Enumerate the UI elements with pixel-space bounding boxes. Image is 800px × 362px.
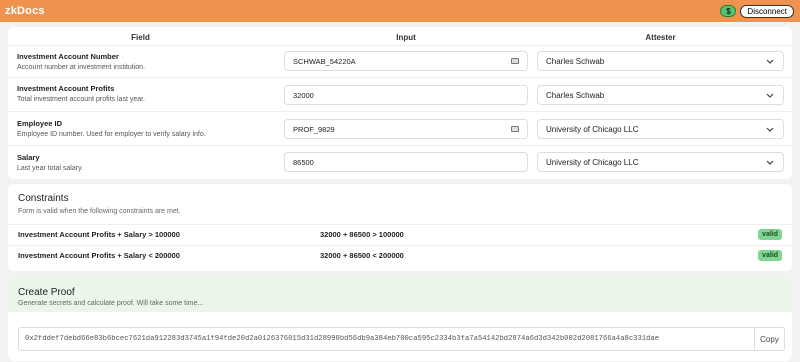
investment-account-number-input[interactable]: SCHWAB_54220A xyxy=(284,51,528,71)
row-divider xyxy=(8,77,792,78)
attester-select[interactable]: University of Chicago LLC xyxy=(537,119,784,139)
form-fields-card: Field Input Attester Investment Account … xyxy=(8,27,792,179)
field-description: Account number at investment institution… xyxy=(17,64,146,71)
chevron-down-icon xyxy=(766,160,774,165)
copy-button[interactable]: Copy xyxy=(754,328,784,350)
investment-account-profits-input[interactable]: 32000 xyxy=(284,85,528,105)
field-description: Employee ID number. Used for employer to… xyxy=(17,131,206,138)
constraint-row: Investment Account Profits + Salary < 20… xyxy=(8,245,792,265)
row-divider xyxy=(8,145,792,146)
top-right-actions: $ Disconnect xyxy=(720,4,794,18)
secret-key-icon[interactable] xyxy=(511,58,519,64)
input-value: 32000 xyxy=(293,90,314,100)
attester-value: University of Chicago LLC xyxy=(546,124,639,134)
brand-logo[interactable]: zkDocs xyxy=(5,5,45,17)
column-header-input: Input xyxy=(396,33,416,42)
column-header-attester: Attester xyxy=(645,33,676,42)
input-value: SCHWAB_54220A xyxy=(293,56,356,66)
proof-title: Create Proof xyxy=(18,287,75,298)
attester-select[interactable]: Charles Schwab xyxy=(537,51,784,71)
attester-value: Charles Schwab xyxy=(546,90,605,100)
input-value: 86500 xyxy=(293,157,314,167)
chevron-down-icon xyxy=(766,127,774,132)
row-divider xyxy=(8,45,792,46)
employee-id-input[interactable]: PROF_9829 xyxy=(284,119,528,139)
constraint-expression: Investment Account Profits + Salary > 10… xyxy=(18,230,180,239)
field-label: Investment Account Profits Total investm… xyxy=(17,84,145,103)
constraints-subtitle: Form is valid when the following constra… xyxy=(18,208,181,215)
attester-value: Charles Schwab xyxy=(546,56,605,66)
column-header-field: Field xyxy=(131,33,150,42)
status-badge: valid xyxy=(758,250,782,261)
field-name: Investment Account Profits xyxy=(17,84,115,93)
field-name: Employee ID xyxy=(17,119,63,128)
secret-key-icon[interactable] xyxy=(511,126,519,132)
chevron-down-icon xyxy=(766,59,774,64)
field-description: Last year total salary. xyxy=(17,165,84,172)
constraint-evaluation: 32000 + 86500 < 200000 xyxy=(320,251,404,260)
constraint-evaluation: 32000 + 86500 > 100000 xyxy=(320,230,404,239)
field-name: Salary xyxy=(17,153,40,162)
input-value: PROF_9829 xyxy=(293,124,335,134)
field-description: Total investment account profits last ye… xyxy=(17,96,146,103)
field-label: Employee ID Employee ID number. Used for… xyxy=(17,119,206,138)
salary-input[interactable]: 86500 xyxy=(284,152,528,172)
proof-output: 0x2fddef7debd66e83b6bcec7621da912283d374… xyxy=(18,327,785,351)
constraint-expression: Investment Account Profits + Salary < 20… xyxy=(18,251,180,260)
status-badge: valid xyxy=(758,229,782,240)
field-name: Investment Account Number xyxy=(17,52,119,61)
attester-select[interactable]: Charles Schwab xyxy=(537,85,784,105)
proof-subtitle: Generate secrets and calculate proof. Wi… xyxy=(18,300,204,307)
attester-select[interactable]: University of Chicago LLC xyxy=(537,152,784,172)
constraint-row: Investment Account Profits + Salary > 10… xyxy=(8,224,792,244)
field-label: Salary Last year total salary. xyxy=(17,153,83,172)
balance-icon[interactable]: $ xyxy=(720,5,737,17)
create-proof-card: Create Proof Generate secrets and calcul… xyxy=(8,277,792,361)
chevron-down-icon xyxy=(766,93,774,98)
constraints-title: Constraints xyxy=(18,193,69,204)
proof-value[interactable]: 0x2fddef7debd66e83b6bcec7621da912283d374… xyxy=(19,335,754,343)
field-label: Investment Account Number Account number… xyxy=(17,52,145,71)
constraints-card: Constraints Form is valid when the follo… xyxy=(8,184,792,271)
attester-value: University of Chicago LLC xyxy=(546,157,639,167)
row-divider xyxy=(8,111,792,112)
top-bar: zkDocs $ Disconnect xyxy=(0,0,800,22)
disconnect-button[interactable]: Disconnect xyxy=(740,4,794,18)
